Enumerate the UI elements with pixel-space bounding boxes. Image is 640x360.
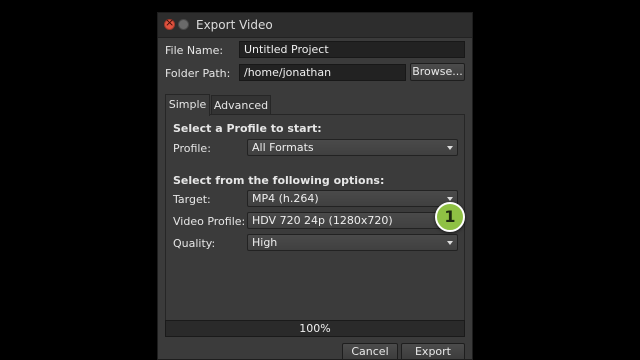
profile-dropdown[interactable]: All Formats [247,139,458,156]
video-profile-value: HDV 720 24p (1280x720) [252,214,393,227]
target-dropdown[interactable]: MP4 (h.264) [247,190,458,207]
tab-simple[interactable]: Simple [165,94,210,116]
folder-path-input[interactable]: /home/jonathan [239,64,406,81]
target-label: Target: [173,193,211,206]
quality-dropdown[interactable]: High [247,234,458,251]
quality-value: High [252,236,278,249]
export-progress-bar: 100% [165,320,465,337]
file-name-input[interactable]: Untitled Project [239,41,465,58]
simple-tab-panel: Select a Profile to start: Profile: All … [165,114,465,324]
profile-value: All Formats [252,141,314,154]
target-value: MP4 (h.264) [252,192,319,205]
profile-label: Profile: [173,142,211,155]
export-video-dialog: Export Video File Name: Untitled Project… [157,12,473,360]
video-profile-dropdown[interactable]: HDV 720 24p (1280x720) [247,212,458,229]
file-name-label: File Name: [165,44,224,57]
dropdown-arrow-icon [447,146,453,150]
options-heading: Select from the following options: [173,174,385,187]
cancel-button[interactable]: Cancel [342,343,398,359]
dropdown-arrow-icon [447,241,453,245]
minimize-window-icon[interactable] [178,19,189,30]
window-title: Export Video [196,18,273,32]
export-video-button[interactable]: Export Video [401,343,465,359]
video-profile-label: Video Profile: [173,215,246,228]
profile-heading: Select a Profile to start: [173,122,322,135]
step-number-badge: 1 [435,202,465,232]
dropdown-arrow-icon [447,197,453,201]
title-bar: Export Video [158,13,472,38]
close-window-icon[interactable] [164,16,175,30]
browse-button[interactable]: Browse... [410,63,465,81]
tab-advanced[interactable]: Advanced [211,95,271,116]
folder-path-label: Folder Path: [165,67,231,80]
quality-label: Quality: [173,237,216,250]
progress-text: 100% [299,322,331,335]
